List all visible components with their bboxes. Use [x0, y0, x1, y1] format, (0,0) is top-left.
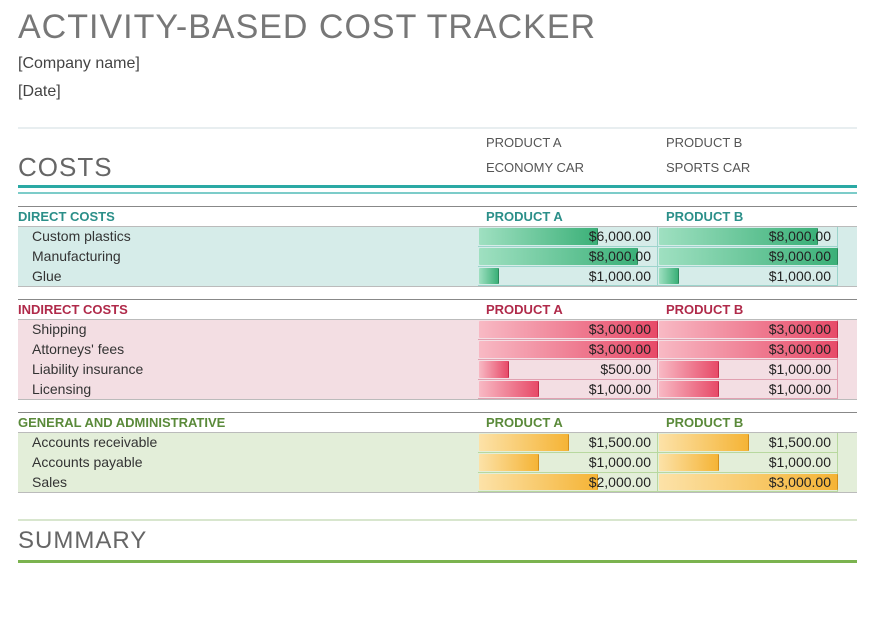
indirect-col-a: PRODUCT A: [478, 302, 658, 317]
direct-costs-section: DIRECT COSTS PRODUCT A PRODUCT B Custom …: [18, 206, 857, 287]
row-label: Licensing: [18, 380, 478, 399]
row-label: Glue: [18, 267, 478, 286]
value-cell-product-a: $1,000.00: [478, 453, 658, 473]
value-text: $3,000.00: [769, 321, 831, 337]
table-row: Shipping $3,000.00 $3,000.00: [18, 320, 857, 340]
value-cell-product-b: $1,000.00: [658, 360, 838, 380]
value-text: $3,000.00: [769, 474, 831, 490]
value-cell-product-b: $1,500.00: [658, 433, 838, 453]
table-row: Liability insurance $500.00 $1,000.00: [18, 360, 857, 380]
row-label: Liability insurance: [18, 360, 478, 380]
divider: [18, 519, 857, 521]
costs-heading-row: COSTS ECONOMY CAR SPORTS CAR: [18, 150, 857, 188]
table-row: Sales $2,000.00 $3,000.00: [18, 473, 857, 493]
data-bar: [659, 361, 719, 378]
value-text: $1,500.00: [769, 434, 831, 450]
product-a-subheader: ECONOMY CAR: [478, 160, 658, 175]
value-cell-product-a: $1,000.00: [478, 380, 658, 399]
value-cell-product-a: $1,500.00: [478, 433, 658, 453]
value-cell-product-b: $3,000.00: [658, 473, 838, 492]
table-row: Accounts payable $1,000.00 $1,000.00: [18, 453, 857, 473]
ga-col-a: PRODUCT A: [478, 415, 658, 430]
value-text: $1,000.00: [589, 268, 651, 284]
ga-col-b: PRODUCT B: [658, 415, 838, 430]
value-text: $3,000.00: [769, 341, 831, 357]
summary-section: SUMMARY: [18, 519, 857, 563]
data-bar: [479, 474, 598, 490]
value-text: $6,000.00: [589, 228, 651, 244]
value-text: $8,000.00: [589, 248, 651, 264]
product-header-row: PRODUCT A PRODUCT B: [18, 129, 857, 150]
value-text: $1,000.00: [769, 268, 831, 284]
value-cell-product-a: $6,000.00: [478, 227, 658, 247]
data-bar: [479, 381, 539, 397]
data-bar: [659, 454, 719, 471]
data-bar: [479, 434, 569, 451]
summary-heading: SUMMARY: [18, 525, 857, 557]
row-label: Sales: [18, 473, 478, 492]
value-cell-product-a: $3,000.00: [478, 320, 658, 340]
direct-costs-title: DIRECT COSTS: [18, 209, 478, 224]
company-name: [Company name]: [18, 55, 857, 73]
value-cell-product-b: $3,000.00: [658, 340, 838, 360]
row-label: Custom plastics: [18, 227, 478, 247]
indirect-col-b: PRODUCT B: [658, 302, 838, 317]
table-row: Accounts receivable $1,500.00 $1,500.00: [18, 433, 857, 453]
direct-col-a: PRODUCT A: [478, 209, 658, 224]
value-cell-product-a: $8,000.00: [478, 247, 658, 267]
ga-title: GENERAL AND ADMINISTRATIVE: [18, 415, 478, 430]
divider-teal: [18, 190, 857, 194]
data-bar: [479, 454, 539, 471]
value-cell-product-b: $1,000.00: [658, 453, 838, 473]
value-text: $3,000.00: [589, 341, 651, 357]
row-label: Accounts receivable: [18, 433, 478, 453]
value-cell-product-a: $2,000.00: [478, 473, 658, 492]
value-text: $2,000.00: [589, 474, 651, 490]
table-row: Glue $1,000.00 $1,000.00: [18, 267, 857, 287]
data-bar: [659, 434, 749, 451]
value-cell-product-b: $9,000.00: [658, 247, 838, 267]
costs-heading: COSTS: [18, 152, 478, 183]
data-bar: [479, 228, 598, 245]
table-row: Manufacturing $8,000.00 $9,000.00: [18, 247, 857, 267]
value-cell-product-b: $1,000.00: [658, 380, 838, 399]
row-label: Accounts payable: [18, 453, 478, 473]
value-cell-product-b: $8,000.00: [658, 227, 838, 247]
page-title: ACTIVITY-BASED COST TRACKER: [18, 8, 857, 47]
product-a-header: PRODUCT A: [478, 135, 658, 150]
value-text: $1,000.00: [769, 454, 831, 470]
value-text: $500.00: [600, 361, 651, 377]
data-bar: [479, 361, 509, 378]
value-cell-product-a: $3,000.00: [478, 340, 658, 360]
table-row: Licensing $1,000.00 $1,000.00: [18, 380, 857, 400]
ga-section: GENERAL AND ADMINISTRATIVE PRODUCT A PRO…: [18, 412, 857, 493]
value-text: $8,000.00: [769, 228, 831, 244]
value-text: $1,500.00: [589, 434, 651, 450]
indirect-costs-section: INDIRECT COSTS PRODUCT A PRODUCT B Shipp…: [18, 299, 857, 400]
value-cell-product-b: $3,000.00: [658, 320, 838, 340]
row-label: Attorneys' fees: [18, 340, 478, 360]
direct-col-b: PRODUCT B: [658, 209, 838, 224]
row-label: Manufacturing: [18, 247, 478, 267]
value-cell-product-b: $1,000.00: [658, 267, 838, 286]
value-text: $1,000.00: [589, 454, 651, 470]
value-text: $1,000.00: [589, 381, 651, 397]
value-cell-product-a: $1,000.00: [478, 267, 658, 286]
indirect-costs-title: INDIRECT COSTS: [18, 302, 478, 317]
value-text: $9,000.00: [769, 248, 831, 264]
divider-green: [18, 559, 857, 563]
product-b-header: PRODUCT B: [658, 135, 838, 150]
data-bar: [479, 268, 499, 284]
table-row: Custom plastics $6,000.00 $8,000.00: [18, 227, 857, 247]
date-field: [Date]: [18, 83, 857, 101]
value-text: $3,000.00: [589, 321, 651, 337]
row-label: Shipping: [18, 320, 478, 340]
value-cell-product-a: $500.00: [478, 360, 658, 380]
value-text: $1,000.00: [769, 381, 831, 397]
value-text: $1,000.00: [769, 361, 831, 377]
data-bar: [659, 381, 719, 397]
data-bar: [659, 268, 679, 284]
product-b-subheader: SPORTS CAR: [658, 160, 838, 175]
table-row: Attorneys' fees $3,000.00 $3,000.00: [18, 340, 857, 360]
